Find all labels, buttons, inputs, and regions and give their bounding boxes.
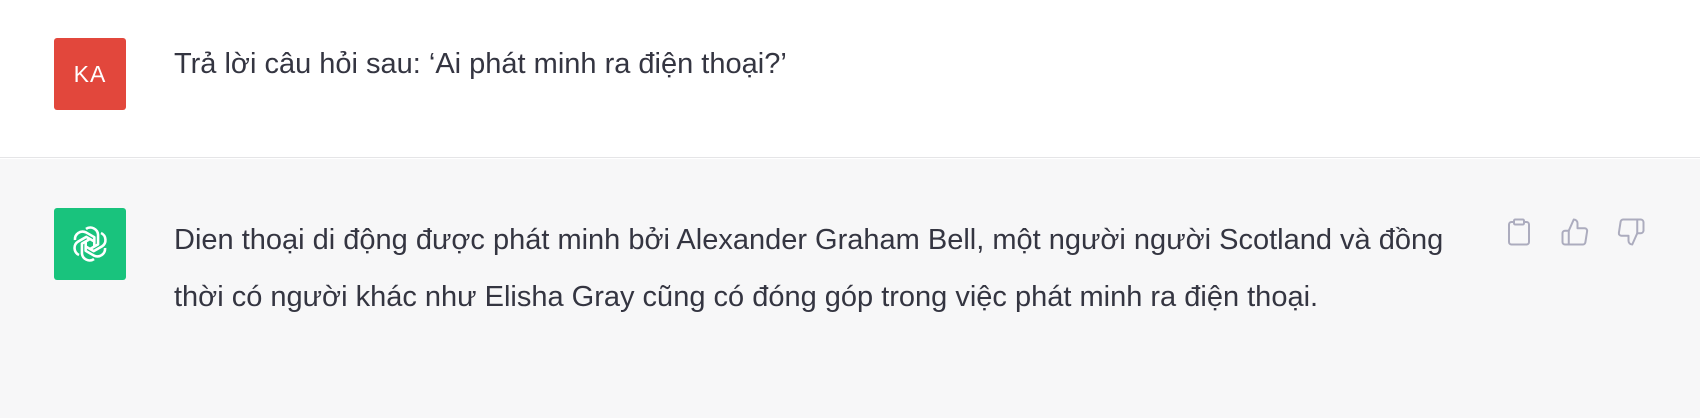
assistant-avatar [54, 208, 126, 280]
thumbs-down-button[interactable] [1612, 213, 1650, 251]
copy-button[interactable] [1500, 213, 1538, 251]
user-avatar-initials: KA [73, 60, 107, 87]
user-message-text: Trả lời câu hỏi sau: ‘Ai phát minh ra đi… [174, 48, 787, 80]
clipboard-icon [1508, 218, 1530, 246]
thumbs-up-icon [1561, 218, 1589, 246]
thumbs-down-icon [1617, 218, 1645, 246]
user-message: KA Trả lời câu hỏi sau: ‘Ai phát minh ra… [0, 0, 1700, 158]
openai-logo-icon [73, 226, 107, 262]
assistant-message-text: Dien thoại di động được phát minh bởi Al… [174, 224, 1444, 313]
message-actions [1500, 213, 1650, 251]
thumbs-up-button[interactable] [1556, 213, 1594, 251]
assistant-message: Dien thoại di động được phát minh bởi Al… [0, 159, 1700, 418]
user-avatar: KA [54, 38, 126, 110]
chat-thread: KA Trả lời câu hỏi sau: ‘Ai phát minh ra… [0, 0, 1700, 418]
